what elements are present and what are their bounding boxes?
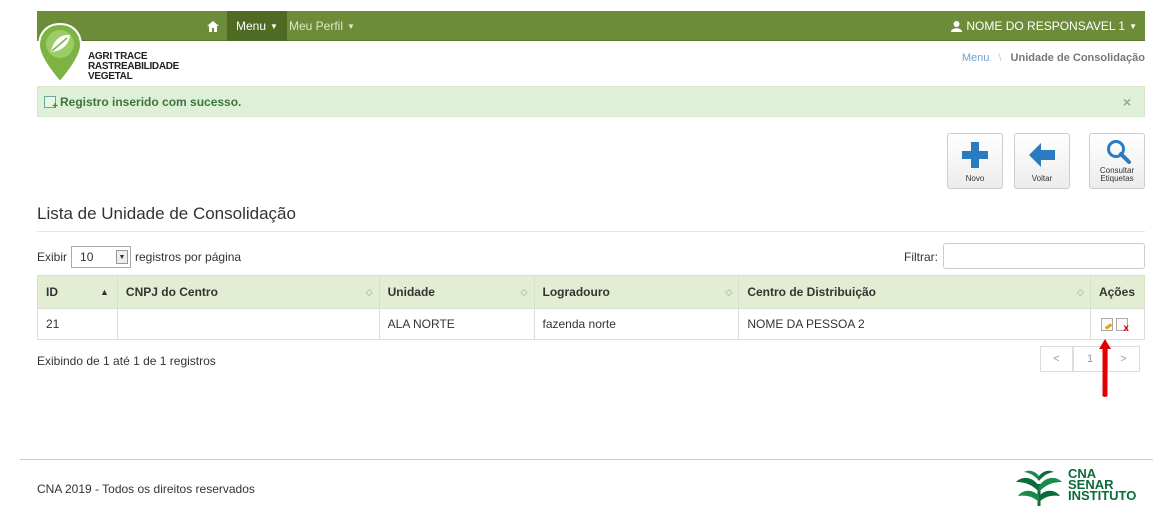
cell-unidade: ALA NORTE xyxy=(378,308,535,340)
column-unidade-label: Unidade xyxy=(387,285,435,299)
page-length-value: 10 xyxy=(80,250,94,264)
cell-acoes xyxy=(1089,308,1146,340)
user-dropdown[interactable]: NOME DO RESPONSAVEL 1 ▼ xyxy=(951,11,1137,41)
footer-copyright: CNA 2019 - Todos os direitos reservados xyxy=(37,482,255,496)
column-header-acoes: Ações xyxy=(1089,275,1146,309)
menu-dropdown[interactable]: Menu ▼ xyxy=(227,11,287,41)
column-acoes-label: Ações xyxy=(1098,285,1135,299)
title-divider xyxy=(37,231,1145,232)
sort-asc-icon: ▲ xyxy=(100,287,109,297)
pagination-next[interactable]: > xyxy=(1107,346,1140,372)
cna-logo-text: CNA SENAR INSTITUTO xyxy=(1068,467,1137,503)
success-alert: Registro inserido com sucesso. × xyxy=(37,86,1145,117)
voltar-label: Voltar xyxy=(1031,174,1053,183)
chevron-down-icon: ▼ xyxy=(1129,21,1137,31)
red-arrow-annotation xyxy=(1099,339,1111,397)
column-header-unidade[interactable]: Unidade ◇ xyxy=(378,275,535,309)
pagination: < 1 > xyxy=(1040,346,1140,372)
profile-label: Meu Perfil xyxy=(289,19,344,33)
footer-divider xyxy=(20,459,1153,460)
logo-text: AGRI TRACE RASTREABILIDADE VEGETAL xyxy=(88,52,179,82)
plus-icon xyxy=(962,142,988,168)
top-navbar: Menu ▼ Meu Perfil ▼ NOME DO RESPONSAVEL … xyxy=(37,11,1145,41)
arrow-left-icon xyxy=(1029,143,1055,167)
add-record-icon xyxy=(44,95,58,112)
pagination-prev[interactable]: < xyxy=(1040,346,1073,372)
cna-senar-logo: CNA SENAR INSTITUTO xyxy=(1014,464,1154,506)
filter-input[interactable] xyxy=(943,243,1145,269)
cell-id: 21 xyxy=(37,308,118,340)
breadcrumb: Menu \ Unidade de Consolidação xyxy=(962,52,1145,64)
column-logradouro-label: Logradouro xyxy=(542,285,610,299)
page-length-control: Exibir 10 ▼ registros por página xyxy=(37,246,241,268)
agritrace-logo[interactable]: AGRI TRACE RASTREABILIDADE VEGETAL xyxy=(37,22,197,86)
column-cnpj-label: CNPJ do Centro xyxy=(125,285,218,299)
chevron-down-icon: ▼ xyxy=(116,250,129,264)
search-icon xyxy=(1107,140,1131,164)
home-icon[interactable] xyxy=(200,11,226,41)
profile-dropdown[interactable]: Meu Perfil ▼ xyxy=(289,11,355,41)
sort-icon: ◇ xyxy=(1077,287,1084,297)
logo-line-3: VEGETAL xyxy=(88,71,133,82)
sort-icon: ◇ xyxy=(520,287,528,297)
delete-icon[interactable] xyxy=(1115,318,1129,334)
table-header-row: ID ▲ CNPJ do Centro ◇ Unidade ◇ Logradouro ◇… xyxy=(37,275,1146,309)
sort-icon: ◇ xyxy=(365,287,373,297)
consultar-label: Consultar Etiquetas xyxy=(1090,167,1144,183)
table-row: 21 ALA NORTE fazenda norte NOME DA PESSO… xyxy=(37,308,1146,340)
cna-wheat-icon xyxy=(1016,470,1062,506)
column-centro-label: Centro de Distribuição xyxy=(747,285,877,299)
user-name: NOME DO RESPONSAVEL 1 xyxy=(966,19,1126,33)
length-suffix: registros por página xyxy=(135,250,242,264)
consolidation-table: ID ▲ CNPJ do Centro ◇ Unidade ◇ Logradouro ◇… xyxy=(37,275,1146,340)
alert-message: Registro inserido com sucesso. xyxy=(60,94,242,109)
close-icon[interactable]: × xyxy=(1123,94,1131,110)
column-header-centro[interactable]: Centro de Distribuição ◇ xyxy=(738,275,1091,309)
voltar-button[interactable]: Voltar xyxy=(1014,133,1070,189)
column-header-id[interactable]: ID ▲ xyxy=(37,275,118,309)
cell-centro: NOME DA PESSOA 2 xyxy=(738,308,1091,340)
cell-cnpj xyxy=(116,308,380,340)
edit-icon[interactable] xyxy=(1100,318,1113,332)
page-title: Lista de Unidade de Consolidação xyxy=(37,204,296,223)
page-length-select[interactable]: 10 ▼ xyxy=(71,246,132,268)
consultar-etiquetas-button[interactable]: Consultar Etiquetas xyxy=(1089,133,1145,189)
consultar-label-line2: Etiquetas xyxy=(1100,174,1134,183)
cell-logradouro: fazenda norte xyxy=(533,308,740,340)
column-id-label: ID xyxy=(46,285,58,299)
chevron-down-icon: ▼ xyxy=(347,21,355,31)
novo-button[interactable]: Novo xyxy=(947,133,1003,189)
breadcrumb-separator: \ xyxy=(998,52,1002,64)
length-prefix: Exibir xyxy=(37,250,68,264)
sort-icon: ◇ xyxy=(725,287,733,297)
column-header-logradouro[interactable]: Logradouro ◇ xyxy=(533,275,740,309)
menu-label: Menu xyxy=(236,19,267,33)
breadcrumb-menu-link[interactable]: Menu xyxy=(962,52,990,64)
column-header-cnpj[interactable]: CNPJ do Centro ◇ xyxy=(116,275,380,309)
filter-label: Filtrar: xyxy=(904,250,938,264)
table-info: Exibindo de 1 até 1 de 1 registros xyxy=(37,354,216,368)
cna-line-3: INSTITUTO xyxy=(1068,488,1137,503)
leaf-pin-icon xyxy=(37,22,83,84)
breadcrumb-current: Unidade de Consolidação xyxy=(1010,52,1145,64)
novo-label: Novo xyxy=(965,174,985,183)
chevron-down-icon: ▼ xyxy=(270,21,278,31)
user-icon xyxy=(951,20,963,32)
